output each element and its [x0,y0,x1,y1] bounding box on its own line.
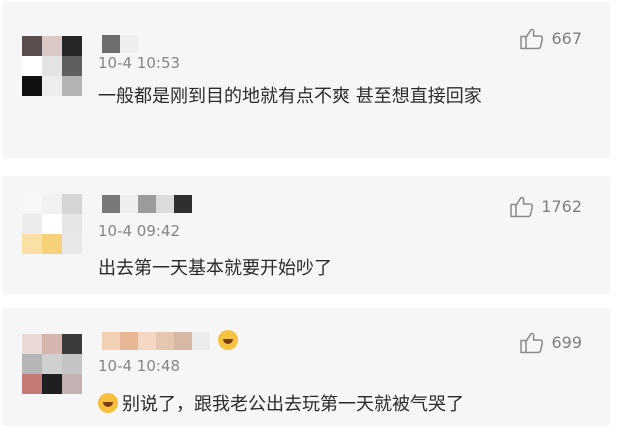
avatar-mosaic-tile [62,334,82,354]
comment-time: 10-4 10:53 [98,54,181,72]
avatar-mosaic-tile [42,234,62,254]
username-mosaic-tile [102,35,120,53]
avatar-mosaic-tile [62,234,82,254]
avatar-mosaic-tile [22,214,42,234]
avatar-mosaic-tile [42,354,62,374]
username-mosaic-tile [120,195,138,213]
like-count: 1762 [541,196,582,216]
comment-text: 别说了，跟我老公出去玩第一天就被气哭了 [122,394,464,415]
username-mosaic-tile [192,332,210,350]
avatar[interactable] [22,334,82,394]
username-mosaic-tile [120,332,138,350]
comment-card: 10-4 10:53 一般都是刚到目的地就有点不爽 甚至想直接回家 667 [2,2,610,158]
username-mosaic-tile [102,332,120,350]
avatar-mosaic-tile [22,194,42,214]
comment-text: 一般都是刚到目的地就有点不爽 甚至想直接回家 [98,86,482,107]
avatar-mosaic-tile [42,56,62,76]
thumbs-up-icon [510,196,534,218]
avatar[interactable] [22,194,82,254]
username-mosaic-tile [138,195,156,213]
avatar-mosaic-tile [62,36,82,56]
like-button[interactable]: 699 [519,330,582,354]
avatar-mosaic-tile [62,56,82,76]
avatar-mosaic-tile [62,374,82,394]
like-button[interactable]: 667 [519,26,582,50]
username-mosaic-tile [174,332,192,350]
username-mosaic-tile [120,35,138,53]
avatar-mosaic-tile [62,194,82,214]
avatar-mosaic-tile [22,56,42,76]
avatar-mosaic-tile [42,194,62,214]
like-count: 667 [551,28,582,48]
avatar[interactable] [22,36,82,96]
avatar-mosaic-tile [42,214,62,234]
laughing-emoji-icon [98,393,118,413]
avatar-mosaic-tile [42,36,62,56]
username-mosaic-tile [102,195,120,213]
avatar-mosaic-tile [62,354,82,374]
username-mosaic-tile [138,332,156,350]
comment-card: 10-4 10:48 别说了，跟我老公出去玩第一天就被气哭了 699 [2,308,610,426]
like-count: 699 [551,332,582,352]
username-mosaic[interactable] [102,332,210,350]
avatar-mosaic-tile [22,354,42,374]
avatar-mosaic-tile [22,374,42,394]
thumbs-up-icon [520,28,544,50]
username-mosaic-tile [174,195,192,213]
username-mosaic-tile [156,195,174,213]
avatar-mosaic-tile [22,234,42,254]
comment-text-row: 别说了，跟我老公出去玩第一天就被气哭了 [98,390,508,420]
avatar-mosaic-tile [42,76,62,96]
username-mosaic-tile [156,332,174,350]
username-mosaic[interactable] [102,35,138,53]
avatar-mosaic-tile [62,214,82,234]
avatar-mosaic-tile [22,36,42,56]
like-button[interactable]: 1762 [509,194,582,218]
comment-time: 10-4 09:42 [98,222,181,240]
avatar-mosaic-tile [62,76,82,96]
laughing-emoji-icon [218,330,238,350]
comment-list: 10-4 10:53 一般都是刚到目的地就有点不爽 甚至想直接回家 667 10… [0,0,622,431]
avatar-mosaic-tile [42,334,62,354]
avatar-mosaic-tile [42,374,62,394]
avatar-mosaic-tile [22,76,42,96]
username-mosaic[interactable] [102,195,192,213]
avatar-mosaic-tile [22,334,42,354]
comment-text: 出去第一天基本就要开始吵了 [98,258,332,279]
comment-time: 10-4 10:48 [98,357,181,375]
comment-card: 10-4 09:42 出去第一天基本就要开始吵了 1762 [2,176,610,294]
thumbs-up-icon [520,332,544,354]
